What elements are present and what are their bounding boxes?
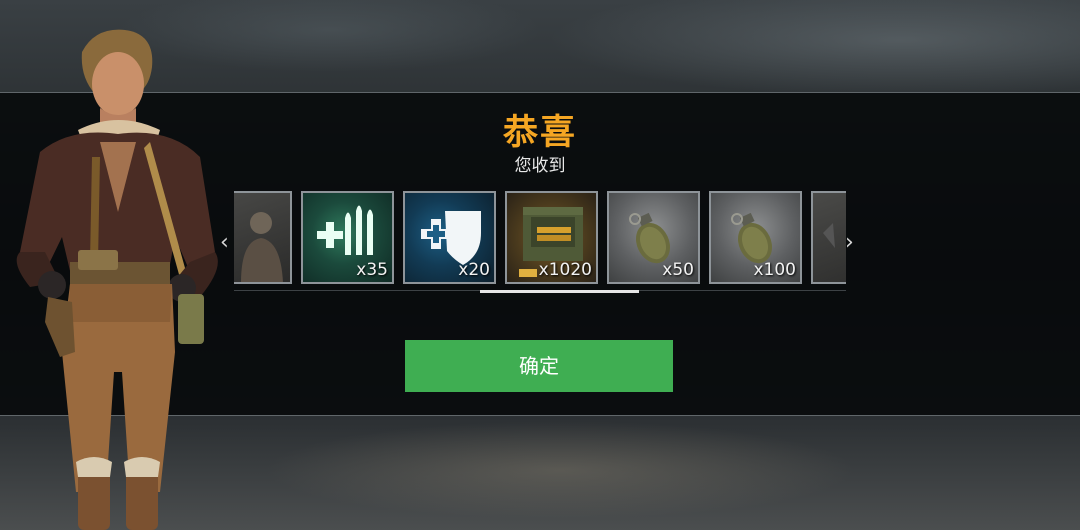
reward-quantity: x1020	[538, 260, 592, 280]
reward-item[interactable]	[234, 191, 292, 284]
reward-quantity: x20	[458, 260, 490, 280]
reward-item[interactable]: x100	[709, 191, 802, 284]
confirm-button[interactable]: 确定	[405, 340, 673, 392]
reward-quantity: x35	[356, 260, 388, 280]
soldier-character-portrait	[16, 29, 218, 530]
reward-item[interactable]: x20	[403, 191, 496, 284]
reward-item[interactable]: x1020	[505, 191, 598, 284]
reward-item[interactable]: x50	[607, 191, 700, 284]
reward-carousel[interactable]: x35 x20 x1020 x50 x100	[234, 190, 846, 290]
reward-item[interactable]	[811, 191, 846, 284]
reward-quantity: x100	[753, 260, 796, 280]
carousel-page-indicator	[480, 290, 639, 293]
carousel-right-arrow-icon[interactable]: ›	[845, 232, 854, 254]
dialog-subtitle: 您收到	[514, 156, 566, 176]
dialog-title: 恭喜	[502, 113, 577, 153]
reward-item[interactable]: x35	[301, 191, 394, 284]
carousel-left-arrow-icon[interactable]: ‹	[220, 232, 229, 254]
partial-item-icon	[823, 223, 835, 248]
character-card-icon	[241, 212, 283, 282]
reward-quantity: x50	[662, 260, 694, 280]
